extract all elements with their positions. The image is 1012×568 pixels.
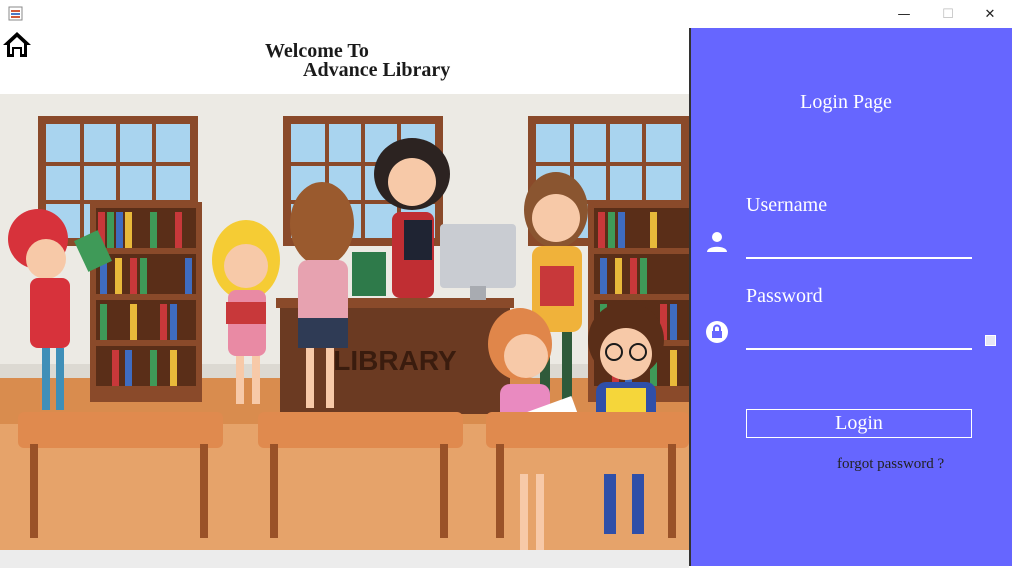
username-input[interactable] xyxy=(746,231,972,259)
maximize-button[interactable]: ☐ xyxy=(926,0,970,28)
title-bar: — ☐ ✕ xyxy=(0,0,1012,28)
user-icon xyxy=(707,232,727,252)
lock-icon xyxy=(706,321,728,343)
login-title: Login Page xyxy=(800,91,892,113)
home-icon[interactable] xyxy=(2,30,32,58)
app-icon xyxy=(8,6,23,21)
login-button[interactable]: Login xyxy=(746,409,972,438)
welcome-title-line2: Advance Library xyxy=(303,59,451,81)
username-label: Username xyxy=(746,194,828,216)
minimize-button[interactable]: — xyxy=(882,0,926,28)
show-password-checkbox[interactable] xyxy=(985,335,996,346)
password-label: Password xyxy=(746,285,823,307)
close-button[interactable]: ✕ xyxy=(968,0,1012,28)
bookshelf-left xyxy=(90,202,202,402)
library-illustration: LIBRARY xyxy=(0,94,689,568)
forgot-password-link[interactable]: forgot password ? xyxy=(837,456,944,473)
welcome-area: Welcome To Advance Library LIBRARY xyxy=(0,28,689,568)
library-sign: LIBRARY xyxy=(333,345,457,376)
login-panel: Login Page Username Password Login forgo… xyxy=(689,28,1012,566)
password-input[interactable] xyxy=(746,322,972,350)
